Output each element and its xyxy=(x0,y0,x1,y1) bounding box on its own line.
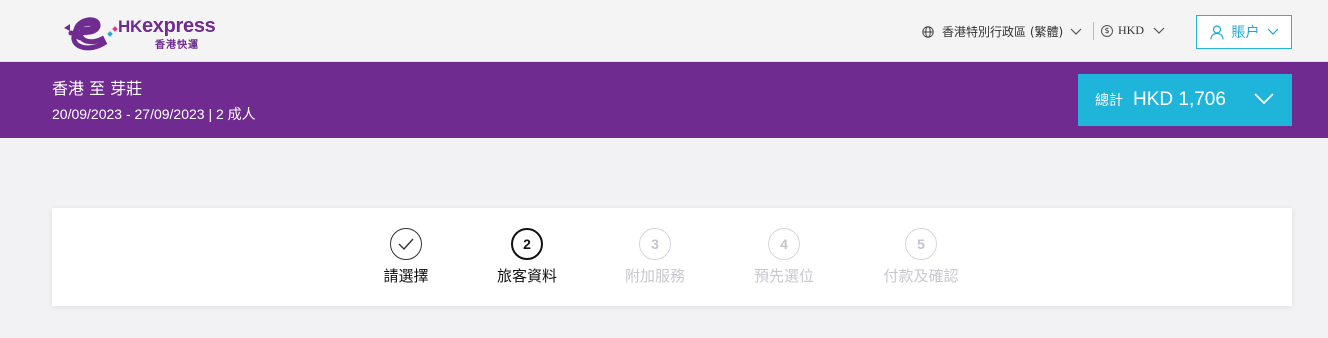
total-amount: HKD 1,706 xyxy=(1133,89,1226,110)
account-button[interactable]: 賬户 xyxy=(1196,15,1292,49)
currency-coin-icon: $ xyxy=(1101,24,1113,37)
step-completed-check-icon xyxy=(390,228,422,260)
step-number: 2 xyxy=(511,228,543,260)
booking-progress-steps: 請選擇 2 旅客資料 3 附加服務 4 預先選位 5 付款及確認 xyxy=(52,208,1292,306)
step-label: 附加服務 xyxy=(624,267,685,285)
trip-summary-banner: 香港 至 芽莊 20/09/2023 - 27/09/2023 | 2 成人 總… xyxy=(0,62,1328,138)
region-language-selector[interactable]: 香港特別行政區 (繁體) xyxy=(922,23,1090,40)
step-label: 預先選位 xyxy=(753,267,814,285)
step-select[interactable]: 請選擇 xyxy=(356,228,456,286)
trip-route: 香港 至 芽莊 xyxy=(52,79,143,98)
step-label: 付款及確認 xyxy=(883,267,959,285)
hkexpress-logo[interactable]: HKexpress 香港快運 xyxy=(62,12,232,52)
step-number: 3 xyxy=(639,228,671,260)
step-label: 請選擇 xyxy=(383,267,429,285)
brand-subtitle: 香港快運 xyxy=(155,40,199,51)
chevron-down-icon xyxy=(1254,93,1274,105)
check-icon xyxy=(398,238,414,251)
step-label: 旅客資料 xyxy=(496,267,557,285)
chevron-down-icon xyxy=(1070,28,1082,35)
total-label: 總計 xyxy=(1095,93,1123,109)
user-icon xyxy=(1209,24,1224,40)
header-divider xyxy=(1093,22,1094,40)
total-price-button[interactable]: 總計 HKD 1,706 xyxy=(1078,74,1292,126)
step-number: 4 xyxy=(768,228,800,260)
globe-icon xyxy=(922,25,934,38)
step-passenger-details: 2 旅客資料 xyxy=(477,228,577,286)
step-payment-confirmation: 5 付款及確認 xyxy=(871,228,971,286)
chevron-down-icon xyxy=(1153,27,1165,34)
currency-label: HKD xyxy=(1118,23,1144,37)
logo-e-icon xyxy=(64,17,118,51)
brand-name: HKexpress xyxy=(118,15,216,37)
top-header: HKexpress 香港快運 香港特別行政區 (繁體) $ HKD 賬户 xyxy=(0,0,1328,62)
account-label: 賬户 xyxy=(1231,25,1260,41)
trip-dates-passengers: 20/09/2023 - 27/09/2023 | 2 成人 xyxy=(52,106,256,122)
step-seat-selection: 4 預先選位 xyxy=(734,228,834,286)
step-number: 5 xyxy=(905,228,937,260)
step-add-ons: 3 附加服務 xyxy=(605,228,705,286)
currency-selector[interactable]: $ HKD xyxy=(1101,23,1165,38)
region-label: 香港特別行政區 (繁體) xyxy=(942,25,1064,39)
chevron-down-icon xyxy=(1267,28,1278,35)
